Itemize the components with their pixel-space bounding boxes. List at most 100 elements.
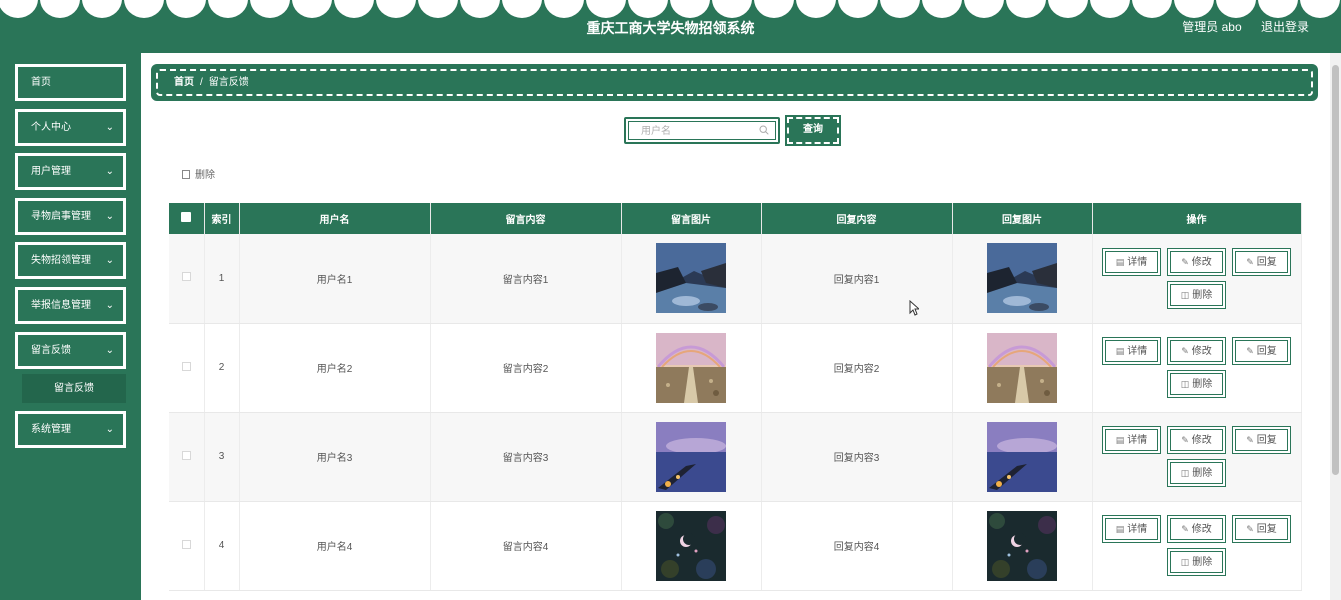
reply-button[interactable]: ✎ 回复 xyxy=(1232,337,1291,365)
sidebar-item-lost-notice-management[interactable]: 寻物启事管理 ⌄ xyxy=(15,198,126,235)
reply-image-cell xyxy=(952,501,1093,591)
batch-delete-button[interactable]: 删除 xyxy=(182,166,215,181)
chevron-down-icon: ⌄ xyxy=(105,211,114,222)
row-checkbox[interactable] xyxy=(181,361,191,371)
trash-icon: ◫ xyxy=(1180,468,1190,478)
detail-button-inner: ▤ 详情 xyxy=(1105,250,1158,273)
sidebar-item-label: 失物招领管理 xyxy=(31,255,91,266)
sidebar-item-user-management[interactable]: 用户管理 ⌄ xyxy=(15,153,126,190)
message-image-cell xyxy=(621,234,762,324)
batch-delete-label: 删除 xyxy=(195,170,215,181)
submenu-item-feedback[interactable]: 留言反馈 xyxy=(22,374,126,403)
username-cell: 用户名4 xyxy=(239,501,431,591)
edit-button[interactable]: ✎ 修改 xyxy=(1167,515,1226,543)
search-input[interactable] xyxy=(641,122,761,141)
header-user-area: 管理员 abo 退出登录 xyxy=(1166,18,1309,35)
edit-button[interactable]: ✎ 修改 xyxy=(1167,426,1226,454)
delete-button[interactable]: ◫ 删除 xyxy=(1167,459,1226,487)
delete-button[interactable]: ◫ 删除 xyxy=(1167,280,1226,309)
sidebar: 首页 个人中心 ⌄ 用户管理 ⌄ 寻物启事管理 ⌄ 失物招领管理 ⌄ 举报信息管… xyxy=(0,53,141,600)
detail-button[interactable]: ▤ 详情 xyxy=(1102,247,1161,276)
sidebar-item-label: 系统管理 xyxy=(31,424,71,435)
scallop-shape xyxy=(40,0,80,18)
detail-button[interactable]: ▤ 详情 xyxy=(1102,337,1161,365)
pier-icon[interactable] xyxy=(656,421,726,492)
chevron-down-icon: ⌄ xyxy=(105,255,114,266)
chevron-down-icon: ⌄ xyxy=(105,166,114,177)
edit-button[interactable]: ✎ 修改 xyxy=(1167,337,1226,365)
pencil-icon: ✎ xyxy=(1246,256,1254,267)
column-header: 操作 xyxy=(1092,203,1302,234)
index-cell: 3 xyxy=(204,412,240,502)
content-cell: 留言内容3 xyxy=(430,412,622,502)
sidebar-item-system-management[interactable]: 系统管理 ⌄ xyxy=(15,411,126,448)
reply-cell: 回复内容4 xyxy=(761,501,953,591)
column-header: 留言图片 xyxy=(621,203,762,234)
table-row: 2 用户名2 留言内容2 回复内容2 ▤ 详情 ✎ 修改 ✎ 回复 ◫ 删除 xyxy=(169,323,1302,413)
sidebar-item-report-management[interactable]: 举报信息管理 ⌄ xyxy=(15,287,126,324)
reply-cell: 回复内容3 xyxy=(761,412,953,502)
detail-label: 详情 xyxy=(1127,435,1148,446)
edit-button-inner: ✎ 修改 xyxy=(1170,518,1223,540)
row-select-cell xyxy=(169,501,205,591)
reply-button-inner: ✎ 回复 xyxy=(1235,340,1288,362)
sidebar-item-label: 个人中心 xyxy=(31,122,71,133)
chevron-down-icon: ⌄ xyxy=(105,424,114,435)
actions-cell: ▤ 详情 ✎ 修改 ✎ 回复 ◫ 删除 xyxy=(1092,412,1302,502)
sidebar-item-home[interactable]: 首页 xyxy=(15,64,126,101)
detail-label: 详情 xyxy=(1127,256,1148,268)
scallop-shape xyxy=(1300,0,1340,18)
edit-button[interactable]: ✎ 修改 xyxy=(1167,247,1226,276)
detail-button-inner: ▤ 详情 xyxy=(1105,429,1158,451)
scallop-shape xyxy=(1132,0,1172,18)
chevron-down-icon: ⌄ xyxy=(105,300,114,311)
river-icon[interactable] xyxy=(656,243,726,314)
delete-button[interactable]: ◫ 删除 xyxy=(1167,548,1226,576)
moon-icon[interactable] xyxy=(987,510,1057,581)
breadcrumb-home[interactable]: 首页 xyxy=(174,77,194,88)
scallop-shape xyxy=(502,0,542,18)
content-cell: 留言内容2 xyxy=(430,323,622,413)
moon-icon[interactable] xyxy=(656,510,726,581)
row-checkbox[interactable] xyxy=(181,272,191,282)
row-checkbox[interactable] xyxy=(181,450,191,460)
document-icon: ▤ xyxy=(1115,256,1125,267)
sidebar-item-personal-center[interactable]: 个人中心 ⌄ xyxy=(15,109,126,146)
reply-button[interactable]: ✎ 回复 xyxy=(1232,426,1291,454)
logout-link[interactable]: 退出登录 xyxy=(1261,20,1309,34)
page-scrollbar[interactable] xyxy=(1330,53,1341,600)
breadcrumb-inner: 首页 / 留言反馈 xyxy=(156,69,1313,96)
trash-icon: ◫ xyxy=(1180,557,1190,567)
delete-button[interactable]: ◫ 删除 xyxy=(1167,370,1226,398)
detail-button[interactable]: ▤ 详情 xyxy=(1102,515,1161,543)
table-row: 1 用户名1 留言内容1 回复内容1 ▤ 详情 ✎ 修改 ✎ 回复 ◫ 删除 xyxy=(169,234,1302,324)
pier-icon[interactable] xyxy=(987,421,1057,492)
scrollbar-thumb[interactable] xyxy=(1332,65,1339,475)
select-all-checkbox[interactable] xyxy=(181,212,192,222)
rainbow-icon[interactable] xyxy=(987,332,1057,403)
search-field xyxy=(624,117,780,144)
rainbow-icon[interactable] xyxy=(656,332,726,403)
select-all-cell xyxy=(169,203,205,234)
sidebar-item-label: 留言反馈 xyxy=(31,345,71,356)
search-icon xyxy=(759,125,769,135)
reply-label: 回复 xyxy=(1256,256,1277,268)
pencil-icon: ✎ xyxy=(1181,524,1189,534)
river-icon[interactable] xyxy=(987,243,1057,314)
sidebar-item-feedback[interactable]: 留言反馈 ⌄ xyxy=(15,332,126,369)
reply-image-cell xyxy=(952,234,1093,324)
reply-button[interactable]: ✎ 回复 xyxy=(1232,515,1291,543)
admin-user-label[interactable]: 管理员 abo xyxy=(1182,20,1241,34)
row-select-cell xyxy=(169,234,205,324)
table-row: 3 用户名3 留言内容3 回复内容3 ▤ 详情 ✎ 修改 ✎ 回复 ◫ 删除 xyxy=(169,412,1302,502)
sidebar-item-found-management[interactable]: 失物招领管理 ⌄ xyxy=(15,242,126,279)
reply-button[interactable]: ✎ 回复 xyxy=(1232,247,1291,276)
row-actions: ▤ 详情 ✎ 修改 ✎ 回复 ◫ 删除 xyxy=(1097,426,1297,487)
delete-label: 删除 xyxy=(1192,557,1213,568)
reply-image-cell xyxy=(952,412,1093,502)
scallop-shape xyxy=(838,0,878,18)
query-button[interactable]: 查询 xyxy=(785,115,841,146)
scallop-shape xyxy=(670,0,710,18)
detail-button[interactable]: ▤ 详情 xyxy=(1102,426,1161,454)
row-checkbox[interactable] xyxy=(181,539,191,549)
